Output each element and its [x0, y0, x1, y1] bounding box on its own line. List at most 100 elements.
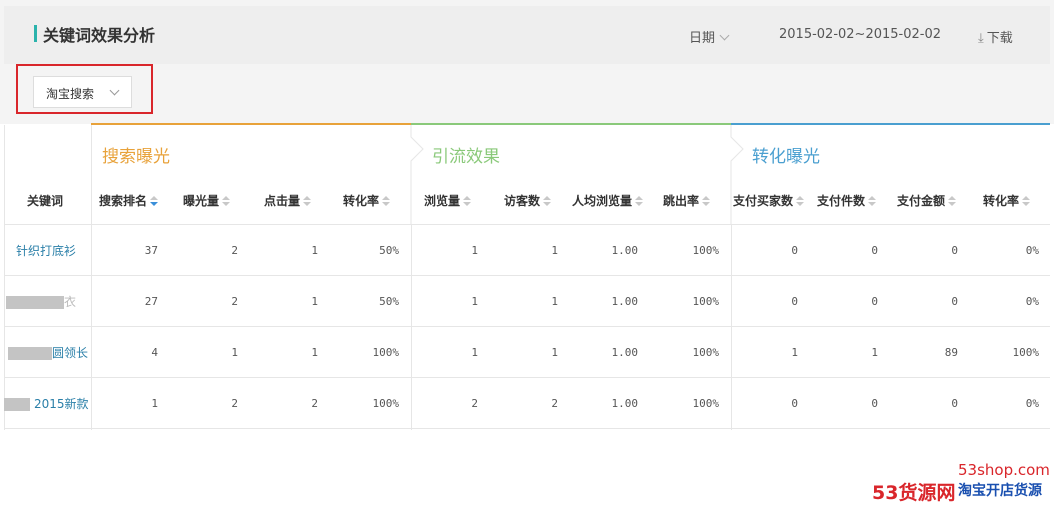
table-cell: 1	[311, 244, 318, 257]
group-title-traffic: 引流效果	[432, 147, 500, 167]
column-header-items[interactable]: 支付件数	[817, 192, 877, 209]
table-cell: 0	[951, 244, 958, 257]
table-cell: 0	[871, 295, 878, 308]
keyword-text: 衣	[63, 295, 76, 309]
sort-icon	[868, 196, 877, 206]
table-cell: 0	[951, 295, 958, 308]
sort-icon	[382, 196, 391, 206]
table-cell: 1	[791, 346, 798, 359]
table-cell: 100%	[1012, 346, 1040, 359]
column-header-visitors[interactable]: 访客数	[504, 192, 552, 209]
table-cell: 1	[231, 346, 238, 359]
table-cell: 2	[551, 397, 558, 410]
column-header-label: 支付件数	[817, 194, 866, 208]
keyword-text: 针织打底衫	[15, 244, 76, 258]
date-dropdown[interactable]: 日期	[689, 27, 730, 46]
table-cell: 27	[144, 295, 158, 308]
table-cell: 2	[471, 397, 478, 410]
group-divider-arrow	[730, 125, 744, 225]
table-cell: 2	[231, 397, 238, 410]
column-header-label: 支付买家数	[733, 194, 794, 208]
group-line-search	[91, 123, 411, 125]
sort-icon	[1022, 196, 1031, 206]
table-cell: 1.00	[611, 244, 639, 257]
keyword-text: 2015新款	[34, 397, 89, 411]
column-header-pageviews[interactable]: 浏览量	[424, 192, 472, 209]
title-accent	[34, 25, 37, 42]
sort-icon	[635, 196, 644, 206]
table-cell: 0	[791, 397, 798, 410]
source-select[interactable]: 淘宝搜索	[33, 76, 132, 108]
table-cell: 2	[311, 397, 318, 410]
column-header-label: 曝光量	[183, 194, 220, 208]
column-header-label: 转化率	[983, 194, 1020, 208]
column-header-avg-pageviews[interactable]: 人均浏览量	[572, 192, 644, 209]
watermark-slogan: 淘宝开店货源	[958, 483, 1042, 499]
column-header-buyers[interactable]: 支付买家数	[733, 192, 805, 209]
column-header-ctr[interactable]: 转化率	[343, 192, 391, 209]
table-cell: 0	[791, 295, 798, 308]
keyword-text: 圆领长	[51, 346, 88, 360]
keyword-link[interactable]: 衣	[4, 293, 76, 310]
sort-icon	[463, 196, 472, 206]
table-cell: 1	[471, 244, 478, 257]
column-header-label: 跳出率	[663, 194, 700, 208]
page-header	[0, 0, 1054, 124]
column-header-conversion-rate[interactable]: 转化率	[983, 192, 1031, 209]
chevron-down-icon	[719, 30, 730, 41]
table-cell: 1	[471, 346, 478, 359]
watermark-site: 53shop.com	[958, 461, 1050, 479]
table-cell: 1	[311, 346, 318, 359]
page-title: 关键词效果分析	[43, 26, 156, 45]
column-header-label: 浏览量	[424, 194, 461, 208]
table-cell: 1.00	[611, 397, 639, 410]
table-cell: 1	[551, 244, 558, 257]
group-divider-arrow	[410, 125, 424, 225]
sort-icon	[150, 196, 159, 206]
group-title-search: 搜索曝光	[102, 147, 170, 167]
column-header-search-rank[interactable]: 搜索排名	[99, 192, 159, 209]
column-header-label: 点击量	[264, 194, 301, 208]
keyword-link[interactable]: 2015新款	[4, 395, 89, 412]
column-header-amount[interactable]: 支付金额	[897, 192, 957, 209]
sort-icon	[303, 196, 312, 206]
table-cell: 0	[871, 244, 878, 257]
table-cell: 0%	[1025, 295, 1039, 308]
sort-icon	[948, 196, 957, 206]
table-cell: 1	[551, 346, 558, 359]
sort-icon	[222, 196, 231, 206]
table-cell: 1.00	[611, 295, 639, 308]
table-cell: 1	[871, 346, 878, 359]
table-cell: 100%	[692, 346, 720, 359]
source-select-value: 淘宝搜索	[46, 87, 95, 101]
row-divider	[4, 377, 1050, 378]
table-cell: 2	[231, 295, 238, 308]
table-cell: 37	[144, 244, 158, 257]
table-cell: 50%	[379, 295, 399, 308]
table-cell: 1	[311, 295, 318, 308]
table-cell: 0	[871, 397, 878, 410]
column-header-clicks[interactable]: 点击量	[264, 192, 312, 209]
keyword-link[interactable]: 圆领长	[4, 344, 88, 361]
group-line-conversion	[731, 123, 1050, 125]
watermark-brand: 53货源网	[872, 482, 956, 504]
row-divider	[4, 275, 1050, 276]
column-header-keyword: 关键词	[27, 194, 64, 208]
row-divider	[4, 326, 1050, 327]
column-header-impressions[interactable]: 曝光量	[183, 192, 231, 209]
table-cell: 0	[791, 244, 798, 257]
sort-icon	[796, 196, 805, 206]
table-cell: 1.00	[611, 346, 639, 359]
column-header-label: 搜索排名	[99, 194, 148, 208]
table-cell: 100%	[372, 397, 400, 410]
table-cell: 0	[951, 397, 958, 410]
row-divider	[4, 224, 1050, 225]
group-line-traffic	[411, 123, 731, 125]
column-separator	[91, 125, 92, 430]
download-button[interactable]: ⤓ 下载	[978, 27, 1013, 46]
column-header-label: 转化率	[343, 194, 380, 208]
column-header-label: 人均浏览量	[572, 194, 633, 208]
keyword-link[interactable]: 针织打底衫	[4, 242, 76, 259]
row-divider	[4, 428, 1050, 429]
column-header-bounce-rate[interactable]: 跳出率	[663, 192, 711, 209]
